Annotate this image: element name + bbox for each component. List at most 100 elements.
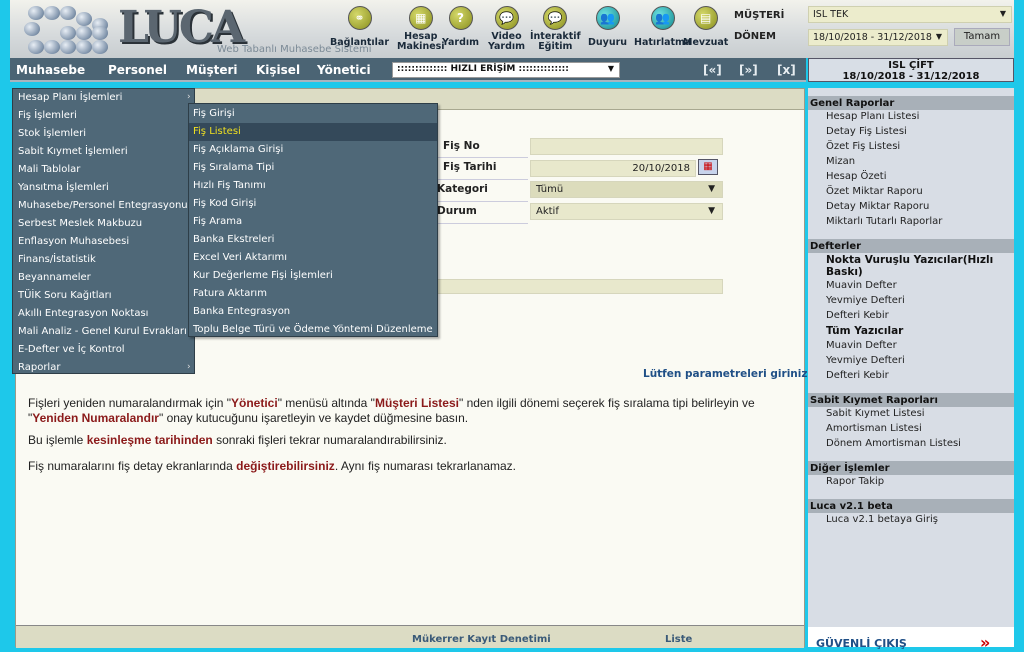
report-section-header: Defterler bbox=[808, 239, 1014, 253]
list-link[interactable]: Liste bbox=[665, 634, 692, 645]
fis-tarihi-label: Fiş Tarihi bbox=[443, 161, 497, 173]
submenu-item[interactable]: Hızlı Fiş Tanımı bbox=[189, 177, 437, 195]
menu-item[interactable]: Akıllı Entegrasyon Noktası bbox=[18, 308, 148, 319]
durum-value: Aktif bbox=[536, 206, 559, 217]
calculator-icon: ▦ bbox=[408, 6, 433, 30]
chevron-right-icon: › bbox=[187, 362, 191, 372]
submenu-item[interactable]: Excel Veri Aktarımı bbox=[189, 249, 437, 267]
report-link[interactable]: Yevmiye Defteri bbox=[826, 355, 905, 366]
report-link[interactable]: Özet Miktar Raporu bbox=[826, 186, 923, 197]
tool-label: Video Yardım bbox=[488, 31, 526, 52]
submenu-item[interactable]: Fiş Açıklama Girişi bbox=[189, 141, 437, 159]
menu-item[interactable]: Raporlar bbox=[18, 362, 60, 373]
menu-item[interactable]: Finans/İstatistik bbox=[18, 254, 96, 265]
report-link[interactable]: Yevmiye Defteri bbox=[826, 295, 905, 306]
durum-select[interactable]: Aktif ▼ bbox=[530, 203, 723, 220]
submenu-item[interactable]: Fiş Listesi bbox=[189, 123, 437, 141]
customer-select[interactable]: ISL TEK ▼ bbox=[808, 6, 1012, 23]
tool-label: Duyuru bbox=[588, 37, 628, 48]
kategori-select[interactable]: Tümü ▼ bbox=[530, 181, 723, 198]
quick-access-select[interactable]: :::::::::::::: HIZLI ERİŞİM ::::::::::::… bbox=[392, 62, 620, 78]
submenu-item[interactable]: Kur Değerleme Fişi İşlemleri bbox=[189, 267, 437, 285]
submenu-item[interactable]: Toplu Belge Türü ve Ödeme Yöntemi Düzenl… bbox=[189, 321, 437, 339]
report-link[interactable]: Özet Fiş Listesi bbox=[826, 141, 900, 152]
menu-item[interactable]: E-Defter ve İç Kontrol bbox=[18, 344, 125, 355]
logout-button[interactable]: GÜVENLİ ÇIKIŞ » bbox=[808, 627, 1014, 652]
user-name: ISL ÇİFT bbox=[888, 60, 934, 71]
report-section-header: Genel Raporlar bbox=[808, 96, 1014, 110]
period-select[interactable]: 18/10/2018 - 31/12/2018 ▼ bbox=[808, 29, 948, 46]
tool-yardım[interactable]: ? Yardım bbox=[442, 6, 479, 48]
menu-item[interactable]: TÜİK Soru Kağıtları bbox=[18, 290, 112, 301]
report-link[interactable]: Hesap Planı Listesi bbox=[826, 111, 919, 122]
tool-bağlantılar[interactable]: ⚭ Bağlantılar bbox=[330, 6, 389, 48]
report-link[interactable]: Amortisman Listesi bbox=[826, 423, 922, 434]
tool-label: İnteraktif Eğitim bbox=[530, 31, 581, 52]
duplicate-check-link[interactable]: Mükerrer Kayıt Denetimi bbox=[412, 634, 551, 645]
tool-i̇nteraktif-eğitim[interactable]: 💬 İnteraktif Eğitim bbox=[530, 6, 581, 52]
tool-label: Yardım bbox=[442, 37, 480, 48]
submenu-item[interactable]: Fatura Aktarım bbox=[189, 285, 437, 303]
menu-item[interactable]: Serbest Meslek Makbuzu bbox=[18, 218, 142, 229]
submenu-item[interactable]: Fiş Girişi bbox=[189, 105, 437, 123]
chevron-down-icon: ▼ bbox=[708, 184, 715, 194]
menu-item[interactable]: Yansıtma İşlemleri bbox=[18, 182, 109, 193]
report-link[interactable]: Dönem Amortisman Listesi bbox=[826, 438, 961, 449]
submenu-item[interactable]: Banka Entegrasyon bbox=[189, 303, 437, 321]
submenu-item[interactable]: Fiş Arama bbox=[189, 213, 437, 231]
kategori-label: Kategori bbox=[437, 183, 488, 195]
prev-button[interactable]: [«] bbox=[703, 63, 722, 77]
chevron-down-icon: ▼ bbox=[607, 64, 614, 73]
tool-mevzuat[interactable]: ▤ Mevzuat bbox=[683, 6, 728, 48]
logout-label: GÜVENLİ ÇIKIŞ bbox=[816, 637, 907, 650]
report-link[interactable]: Defteri Kebir bbox=[826, 370, 889, 381]
close-button[interactable]: [x] bbox=[777, 63, 796, 77]
nav-musteri[interactable]: Müşteri bbox=[186, 63, 238, 77]
report-link[interactable]: Sabit Kıymet Listesi bbox=[826, 408, 925, 419]
fis-tarihi-input[interactable]: 20/10/2018 bbox=[530, 160, 696, 177]
user-info: ISL ÇİFT 18/10/2018 - 31/12/2018 bbox=[808, 58, 1014, 82]
menu-item[interactable]: Mali Analiz - Genel Kurul Evrakları bbox=[18, 326, 187, 337]
menu-item[interactable]: Mali Tablolar bbox=[18, 164, 80, 175]
menu-item[interactable]: Stok İşlemleri bbox=[18, 128, 86, 139]
report-link[interactable]: Detay Fiş Listesi bbox=[826, 126, 907, 137]
submenu-item[interactable]: Banka Ekstreleri bbox=[189, 231, 437, 249]
tool-hesap-makinesi[interactable]: ▦ Hesap Makinesi bbox=[397, 6, 445, 52]
submenu-item[interactable]: Fiş Sıralama Tipi bbox=[189, 159, 437, 177]
submenu-item[interactable]: Fiş Kod Girişi bbox=[189, 195, 437, 213]
menu-item[interactable]: Enflasyon Muhasebesi bbox=[18, 236, 129, 247]
report-link[interactable]: Miktarlı Tutarlı Raporlar bbox=[826, 216, 942, 227]
report-link[interactable]: Muavin Defter bbox=[826, 340, 897, 351]
help-icon: ? bbox=[448, 6, 473, 30]
period-value: 18/10/2018 - 31/12/2018 bbox=[813, 32, 932, 43]
menu-item[interactable]: Sabit Kıymet İşlemleri bbox=[18, 146, 128, 157]
nav-muhasebe[interactable]: Muhasebe bbox=[16, 63, 85, 77]
menu-item[interactable]: Muhasebe/Personel Entegrasyonu bbox=[18, 200, 188, 211]
menu-item[interactable]: Hesap Planı İşlemleri bbox=[18, 92, 122, 103]
calendar-icon[interactable]: ▦ bbox=[698, 159, 718, 175]
report-link: Nokta Vuruşlu Yazıcılar(Hızlı Baskı) bbox=[826, 254, 994, 278]
muhasebe-dropdown-menu: Hesap Planı İşlemleri › Fiş İşlemleri Stok … bbox=[12, 88, 195, 374]
abacus-bead bbox=[24, 22, 40, 36]
abacus-bead bbox=[92, 26, 108, 40]
nav-yonetici[interactable]: Yönetici bbox=[317, 63, 371, 77]
next-button[interactable]: [»] bbox=[739, 63, 758, 77]
nav-personel[interactable]: Personel bbox=[108, 63, 167, 77]
tool-video-yardım[interactable]: 💬 Video Yardım bbox=[488, 6, 525, 52]
report-link[interactable]: Hesap Özeti bbox=[826, 171, 887, 182]
menu-item[interactable]: Fiş İşlemleri bbox=[18, 110, 77, 121]
nav-kisisel[interactable]: Kişisel bbox=[256, 63, 300, 77]
report-link[interactable]: Mizan bbox=[826, 156, 855, 167]
report-link[interactable]: Detay Miktar Raporu bbox=[826, 201, 929, 212]
report-link[interactable]: Rapor Takip bbox=[826, 476, 884, 487]
fis-no-label: Fiş No bbox=[443, 140, 480, 152]
report-link[interactable]: Defteri Kebir bbox=[826, 310, 889, 321]
fis-no-input[interactable] bbox=[530, 138, 723, 155]
tool-duyuru[interactable]: 👥 Duyuru bbox=[588, 6, 627, 48]
ok-button[interactable]: Tamam bbox=[954, 28, 1010, 46]
report-link: Tüm Yazıcılar bbox=[826, 325, 904, 337]
abacus-bead bbox=[44, 6, 60, 20]
menu-item[interactable]: Beyannameler bbox=[18, 272, 91, 283]
report-link[interactable]: Luca v2.1 betaya Giriş bbox=[826, 514, 938, 525]
report-link[interactable]: Muavin Defter bbox=[826, 280, 897, 291]
